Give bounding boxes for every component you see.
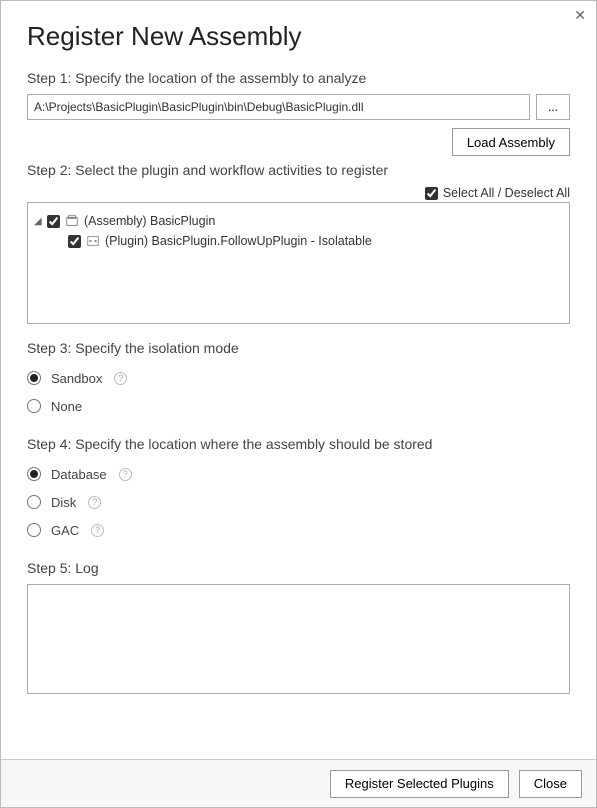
radio-gac-row[interactable]: GAC ? (27, 516, 570, 544)
load-assembly-button[interactable]: Load Assembly (452, 128, 570, 156)
isolation-mode-group: Sandbox ? None (27, 364, 570, 420)
assembly-path-input[interactable] (27, 94, 530, 120)
step4-label: Step 4: Specify the location where the a… (27, 436, 570, 452)
close-icon[interactable]: ✕ (574, 7, 586, 24)
plugin-label: (Plugin) BasicPlugin.FollowUpPlugin - Is… (105, 234, 372, 248)
browse-button[interactable]: ... (536, 94, 570, 120)
radio-gac-label: GAC (51, 523, 79, 538)
step1-row: ... (27, 94, 570, 120)
register-selected-button[interactable]: Register Selected Plugins (330, 770, 509, 798)
select-all-row: Select All / Deselect All (27, 186, 570, 200)
radio-none[interactable] (27, 399, 41, 413)
step2-label: Step 2: Select the plugin and workflow a… (27, 162, 570, 178)
dialog-title: Register New Assembly (27, 21, 570, 52)
radio-gac[interactable] (27, 523, 41, 537)
caret-icon[interactable]: ◢ (34, 216, 42, 227)
select-all-checkbox[interactable] (425, 187, 438, 200)
radio-disk[interactable] (27, 495, 41, 509)
radio-sandbox-label: Sandbox (51, 371, 102, 386)
help-icon[interactable]: ? (88, 496, 101, 509)
help-icon[interactable]: ? (114, 372, 127, 385)
step3-label: Step 3: Specify the isolation mode (27, 340, 570, 356)
radio-none-row[interactable]: None (27, 392, 570, 420)
plugin-checkbox[interactable] (68, 235, 81, 248)
radio-database-label: Database (51, 467, 107, 482)
close-button[interactable]: Close (519, 770, 582, 798)
help-icon[interactable]: ? (91, 524, 104, 537)
step1-label: Step 1: Specify the location of the asse… (27, 70, 570, 86)
radio-database-row[interactable]: Database ? (27, 460, 570, 488)
select-all-label: Select All / Deselect All (443, 186, 570, 200)
plugin-icon (86, 234, 100, 248)
dialog-content: Register New Assembly Step 1: Specify th… (1, 1, 596, 759)
assembly-icon (65, 214, 79, 228)
radio-database[interactable] (27, 467, 41, 481)
help-icon[interactable]: ? (119, 468, 132, 481)
radio-disk-row[interactable]: Disk ? (27, 488, 570, 516)
dialog-footer: Register Selected Plugins Close (1, 759, 596, 807)
radio-disk-label: Disk (51, 495, 76, 510)
plugin-tree: ◢ (Assembly) BasicPlugin (Plugin) BasicP… (27, 202, 570, 324)
radio-sandbox[interactable] (27, 371, 41, 385)
log-output (27, 584, 570, 694)
assembly-label: (Assembly) BasicPlugin (84, 214, 215, 228)
register-assembly-dialog: ✕ Register New Assembly Step 1: Specify … (0, 0, 597, 808)
tree-assembly-row[interactable]: ◢ (Assembly) BasicPlugin (34, 211, 563, 231)
radio-none-label: None (51, 399, 82, 414)
load-row: Load Assembly (27, 128, 570, 156)
radio-sandbox-row[interactable]: Sandbox ? (27, 364, 570, 392)
assembly-checkbox[interactable] (47, 215, 60, 228)
storage-location-group: Database ? Disk ? GAC ? (27, 460, 570, 544)
tree-plugin-row[interactable]: (Plugin) BasicPlugin.FollowUpPlugin - Is… (34, 231, 563, 251)
step5-label: Step 5: Log (27, 560, 570, 576)
